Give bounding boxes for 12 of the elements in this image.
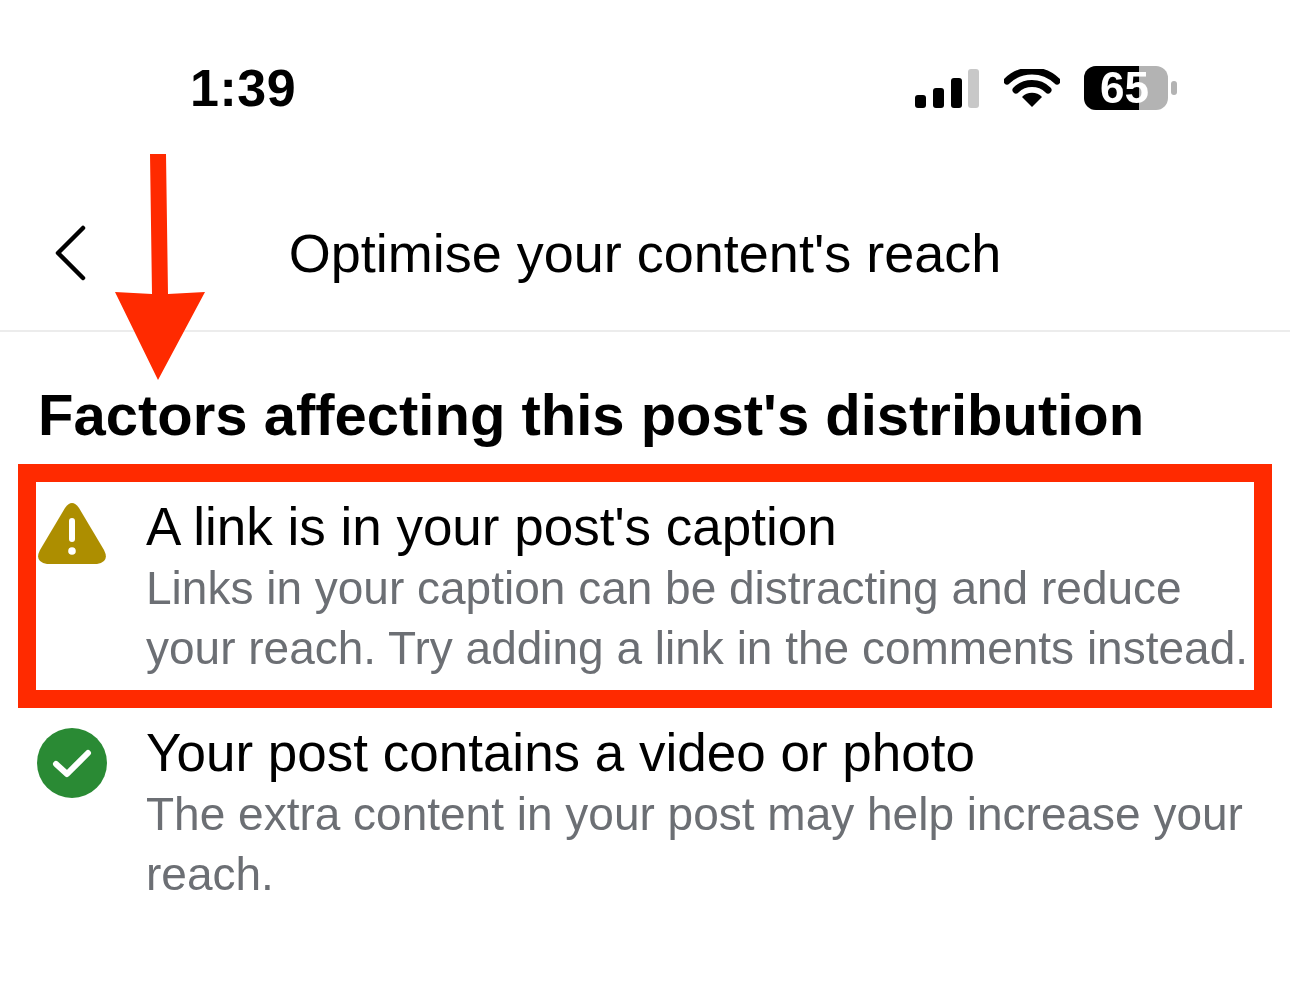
factor-title: Your post contains a video or photo: [146, 722, 976, 784]
factor-description: The extra content in your post may help increase your reach.: [146, 787, 1244, 902]
warning-icon: [37, 502, 107, 565]
check-circle-icon: [37, 728, 107, 798]
back-chevron-icon: [54, 225, 86, 281]
wifi-icon: [1004, 69, 1060, 107]
factor-title: A link is in your post's caption: [146, 496, 838, 558]
signal-icon: [915, 68, 979, 108]
page-title: Optimise your content's reach: [288, 222, 1002, 285]
factor-description: Links in your caption can be distracting and reduce your reach. Try adding a link in the comments instead.: [146, 561, 1249, 676]
status-time: 1:39: [190, 62, 297, 114]
section-heading: Factors affecting this post's distribution: [38, 384, 1146, 446]
